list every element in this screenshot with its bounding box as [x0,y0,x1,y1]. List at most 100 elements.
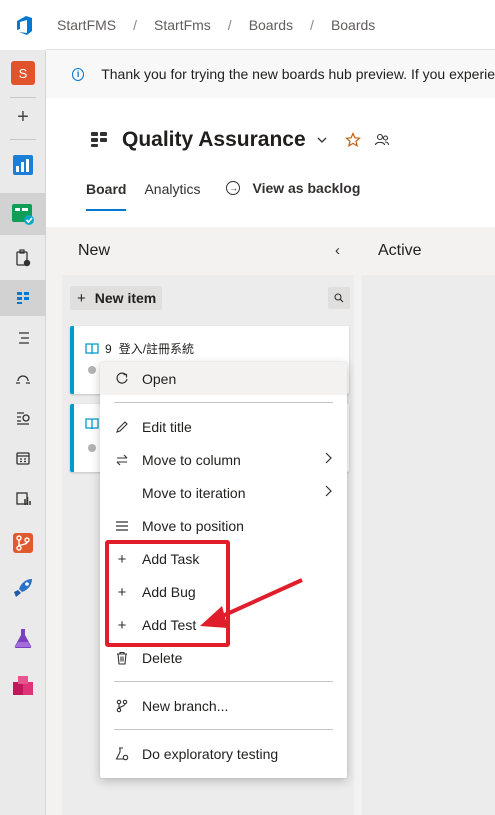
column-header-active: Active [362,227,495,275]
breadcrumb-organization[interactable]: StartFMS [57,17,116,33]
favorite-star-icon[interactable] [344,132,361,148]
azure-devops-icon [17,16,32,35]
work-item-id: 9 [105,341,112,356]
test-plans-icon [14,629,32,648]
user-story-icon [85,418,99,430]
arrow-right-circle-icon: → [226,181,241,195]
rail-divider [10,97,36,98]
menu-item-add-bug[interactable]: + Add Bug [100,575,347,608]
breadcrumb: StartFMS / StartFms / Boards / Boards [46,0,495,50]
page-title: Quality Assurance [122,128,306,151]
calendar-icon [16,452,30,465]
azure-devops-logo[interactable] [0,0,46,50]
overview-nav-button[interactable] [0,147,46,183]
open-icon [114,371,130,387]
breadcrumb-boards[interactable]: Boards [249,17,293,33]
state-indicator [88,366,96,374]
create-new-button[interactable]: + [0,99,46,135]
sprints-nav-button[interactable] [0,360,46,396]
pipelines-icon [14,579,32,597]
plus-icon: + [77,289,86,307]
plus-icon: + [17,106,29,128]
column-title-active: Active [378,242,422,259]
info-icon: i [72,67,85,81]
breadcrumb-separator: / [133,16,138,33]
backlogs-nav-button[interactable] [0,320,46,356]
tab-board[interactable]: Board [86,176,127,211]
new-item-label: New item [94,290,157,306]
trash-icon [114,650,130,666]
boards-icon [12,204,34,225]
menu-item-move-to-position[interactable]: Move to position [100,509,347,542]
breadcrumb-project[interactable]: StartFms [154,17,211,33]
breadcrumb-current[interactable]: Boards [331,17,375,33]
banner-text: Thank you for trying the new boards hub … [101,66,495,82]
plus-icon: + [117,583,127,601]
delivery-plans-nav-button[interactable] [0,440,46,476]
test-plans-nav-button[interactable] [0,620,46,656]
left-navigation-rail: S + [0,0,46,815]
collapse-column-icon[interactable]: ‹ [335,242,340,259]
chevron-right-icon [325,485,332,497]
menu-item-delete[interactable]: Delete [100,641,347,674]
board-icon [91,132,107,147]
rail-divider [10,139,36,140]
card-context-menu: Open Edit title Move to column Move to i… [100,362,347,778]
preview-info-banner: i Thank you for trying the new boards hu… [46,50,495,98]
search-icon [334,293,344,303]
repos-nav-button[interactable] [0,525,46,561]
menu-item-add-test[interactable]: + Add Test [100,608,347,641]
boards-sub-nav-button[interactable] [0,280,46,316]
menu-separator [114,402,333,403]
artifacts-nav-button[interactable] [0,668,46,704]
menu-item-open[interactable]: Open [100,362,347,395]
view-as-backlog-link[interactable]: → View as backlog [226,176,360,196]
board-tabs: Board Analytics → View as backlog [86,176,360,211]
repos-icon [13,533,33,553]
board-header: Quality Assurance [90,128,390,152]
queries-icon [17,412,30,425]
tab-analytics[interactable]: Analytics [144,176,200,211]
menu-separator [114,681,333,682]
backlog-list-icon [19,332,29,344]
menu-item-move-to-iteration[interactable]: Move to iteration [100,476,347,509]
team-members-icon[interactable] [374,133,390,147]
menu-item-exploratory-testing[interactable]: Do exploratory testing [100,737,347,770]
menu-item-add-task[interactable]: + Add Task [100,542,347,575]
pipelines-nav-button[interactable] [0,570,46,606]
plus-icon: + [117,616,127,634]
user-story-icon [85,342,99,354]
clipboard-icon [16,249,31,267]
analytics-icon [16,492,31,505]
board-columns-icon [17,292,29,304]
hamburger-icon [114,518,130,534]
menu-separator [114,729,333,730]
avatar: S [11,61,35,85]
column-active-body [362,275,495,815]
view-as-backlog-label: View as backlog [252,180,361,196]
chevron-down-icon[interactable] [316,134,328,146]
column-header-new: New ‹ [62,227,354,275]
work-items-nav-button[interactable] [0,240,46,276]
pencil-icon [114,419,130,435]
organization-avatar-button[interactable]: S [0,55,46,91]
branch-icon [114,698,130,714]
breadcrumb-separator: / [310,16,314,33]
queries-nav-button[interactable] [0,400,46,436]
new-item-button[interactable]: + New item [70,286,162,310]
state-indicator [88,444,96,452]
column-search-button[interactable] [328,287,350,309]
plus-icon: + [117,550,127,568]
swap-arrows-icon [114,452,130,468]
test-flask-icon [114,746,130,762]
boards-nav-button[interactable] [0,193,46,235]
sprint-icon [16,375,30,384]
column-title-new: New [78,242,111,259]
menu-item-move-to-column[interactable]: Move to column [100,443,347,476]
artifacts-icon [13,676,33,695]
breadcrumb-separator: / [227,16,232,33]
work-item-title[interactable]: 登入/註冊系統 [119,340,194,357]
analytics-views-nav-button[interactable] [0,480,46,516]
menu-item-new-branch[interactable]: New branch... [100,689,347,722]
menu-item-edit-title[interactable]: Edit title [100,410,347,443]
